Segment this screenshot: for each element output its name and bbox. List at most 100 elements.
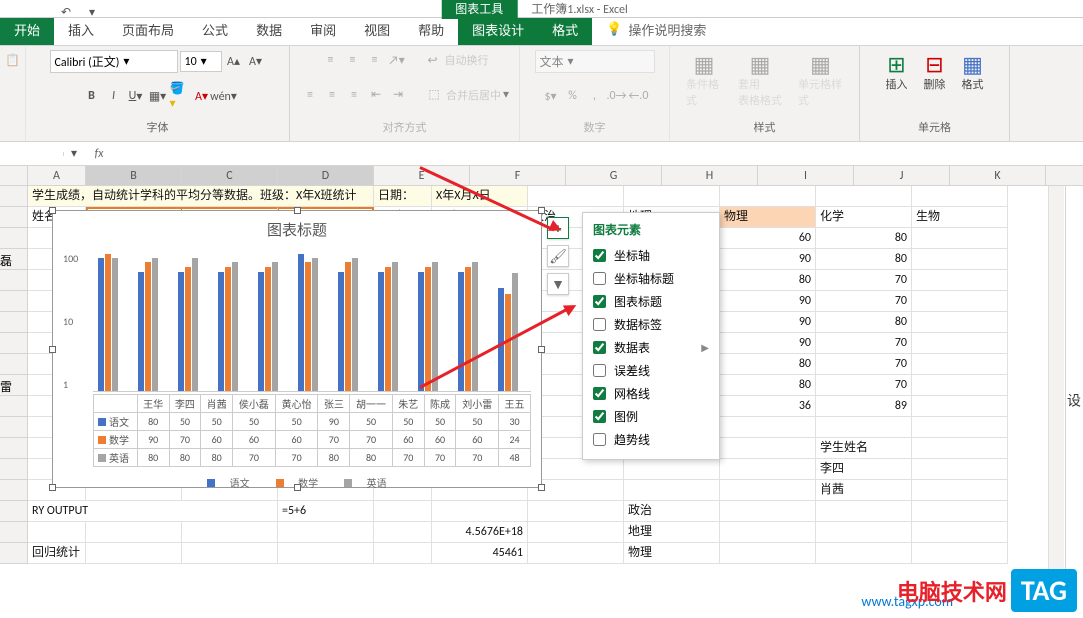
big-number-cell[interactable]: 4.5676E+18: [432, 522, 528, 543]
paste-icon[interactable]: 📋: [3, 50, 23, 70]
checkbox[interactable]: [593, 410, 606, 423]
merge-icon[interactable]: ⬚: [424, 85, 444, 105]
comma-icon[interactable]: ,: [585, 86, 605, 106]
font-name-dropdown[interactable]: Calibri (正文)▾: [50, 50, 178, 73]
formula-cell[interactable]: =5+6: [278, 501, 374, 522]
chart-element-option[interactable]: 数据标签: [593, 313, 709, 336]
align-bottom-icon[interactable]: ≡: [365, 50, 385, 70]
hdr-wl[interactable]: 物理: [720, 207, 816, 228]
checkbox[interactable]: [593, 433, 606, 446]
desc-cell[interactable]: 学生成绩，自动统计学科的平均分等数据。班级：X年X班统计: [28, 186, 374, 207]
format-cells-button[interactable]: ▦格式: [954, 50, 992, 96]
col-header-H[interactable]: H: [662, 166, 758, 185]
side-dl[interactable]: 地理: [624, 522, 720, 543]
col-header-E[interactable]: E: [374, 166, 470, 185]
regress-val[interactable]: 45461: [432, 543, 528, 564]
chart-element-option[interactable]: 图例: [593, 405, 709, 428]
chart-element-option[interactable]: 误差线: [593, 359, 709, 382]
undo-icon[interactable]: ↶: [56, 2, 76, 22]
col-header-I[interactable]: I: [758, 166, 854, 185]
chart-plot-area[interactable]: 100 10 1: [93, 252, 531, 392]
resize-handle[interactable]: [294, 207, 301, 214]
resize-handle[interactable]: [49, 207, 56, 214]
wrap-text-icon[interactable]: ↩: [423, 50, 443, 70]
indent-dec-icon[interactable]: ⇤: [366, 85, 386, 105]
checkbox[interactable]: [593, 295, 606, 308]
tab-formulas[interactable]: 公式: [188, 14, 242, 45]
number-format-dropdown[interactable]: 文本▾: [535, 50, 655, 73]
col-header-B[interactable]: B: [86, 166, 182, 185]
vertical-scrollbar[interactable]: [1048, 186, 1064, 606]
checkbox[interactable]: [593, 249, 606, 262]
side-name-2[interactable]: 肖茜: [816, 480, 912, 501]
resize-handle[interactable]: [538, 346, 545, 353]
underline-button[interactable]: U▾: [126, 86, 146, 106]
resize-handle[interactable]: [538, 484, 545, 491]
currency-icon[interactable]: $▾: [541, 86, 561, 106]
col-header-K[interactable]: K: [950, 166, 1046, 185]
table-format-button[interactable]: ▦套用 表格格式: [730, 50, 790, 112]
insert-cells-button[interactable]: ⊞插入: [878, 50, 916, 96]
align-middle-icon[interactable]: ≡: [343, 50, 363, 70]
summary-output-cell[interactable]: RY OUTPUT: [28, 501, 278, 522]
fx-icon[interactable]: fx: [84, 147, 114, 161]
chart-styles-button[interactable]: 🖌: [547, 245, 569, 267]
conditional-format-button[interactable]: ▦条件格式: [678, 50, 730, 112]
col-header-D[interactable]: D: [278, 166, 374, 185]
tab-data[interactable]: 数据: [242, 14, 296, 45]
checkbox[interactable]: [593, 364, 606, 377]
name-box[interactable]: [0, 152, 64, 156]
grow-font-icon[interactable]: A▴: [224, 52, 244, 72]
checkbox[interactable]: [593, 318, 606, 331]
col-header-F[interactable]: F: [470, 166, 566, 185]
tab-home[interactable]: 开始: [0, 14, 54, 45]
resize-handle[interactable]: [49, 346, 56, 353]
decrease-decimal-icon[interactable]: ←.0: [629, 86, 649, 106]
percent-icon[interactable]: %: [563, 86, 583, 106]
italic-button[interactable]: I: [104, 86, 124, 106]
row-header[interactable]: [0, 186, 28, 207]
border-button[interactable]: ▦▾: [148, 86, 168, 106]
font-color-button[interactable]: A▾: [192, 86, 212, 106]
fill-color-button[interactable]: 🪣▾: [170, 86, 190, 106]
resize-handle[interactable]: [294, 484, 301, 491]
indent-inc-icon[interactable]: ⇥: [388, 85, 408, 105]
side-name-1[interactable]: 李四: [816, 459, 912, 480]
qat-dropdown-icon[interactable]: ▾: [82, 2, 102, 22]
align-top-icon[interactable]: ≡: [321, 50, 341, 70]
chart-element-option[interactable]: 坐标轴标题: [593, 267, 709, 290]
chart-element-option[interactable]: 趋势线: [593, 428, 709, 451]
delete-cells-button[interactable]: ⊟删除: [916, 50, 954, 96]
date-val-cell[interactable]: X年X月X日: [432, 186, 528, 207]
shrink-font-icon[interactable]: A▾: [246, 52, 266, 72]
regress-label[interactable]: 回归统计: [28, 543, 86, 564]
checkbox[interactable]: [593, 341, 606, 354]
checkbox[interactable]: [593, 387, 606, 400]
hdr-hx[interactable]: 化学: [816, 207, 912, 228]
resize-handle[interactable]: [538, 207, 545, 214]
format-pane-collapsed[interactable]: 设: [1065, 186, 1083, 606]
embedded-chart[interactable]: 图表标题 100 10 1 王华李四肖茜侯小磊黄心怡张三胡一一朱艺陈成刘小雷王五…: [52, 210, 542, 488]
col-header-G[interactable]: G: [566, 166, 662, 185]
side-wl[interactable]: 物理: [624, 543, 720, 564]
chart-element-option[interactable]: 坐标轴: [593, 244, 709, 267]
select-all-corner[interactable]: [0, 166, 28, 185]
font-size-dropdown[interactable]: 10▾: [180, 51, 222, 72]
tab-page-layout[interactable]: 页面布局: [108, 14, 188, 45]
orientation-icon[interactable]: ↗▾: [387, 50, 407, 70]
hdr-sw[interactable]: 生物: [912, 207, 1008, 228]
align-center-icon[interactable]: ≡: [322, 85, 342, 105]
increase-decimal-icon[interactable]: .0→: [607, 86, 627, 106]
chart-filter-button[interactable]: ▼: [547, 273, 569, 295]
date-label-cell[interactable]: 日期：: [374, 186, 432, 207]
tab-view[interactable]: 视图: [350, 14, 404, 45]
side-zz[interactable]: 政治: [624, 501, 720, 522]
col-header-C[interactable]: C: [182, 166, 278, 185]
chart-elements-button[interactable]: +: [547, 217, 569, 239]
chart-element-option[interactable]: 网格线: [593, 382, 709, 405]
cell-style-button[interactable]: ▦单元格样式: [790, 50, 851, 112]
col-header-J[interactable]: J: [854, 166, 950, 185]
align-left-icon[interactable]: ≡: [300, 85, 320, 105]
chart-element-option[interactable]: 图表标题: [593, 290, 709, 313]
phonetic-button[interactable]: wén▾: [214, 86, 234, 106]
